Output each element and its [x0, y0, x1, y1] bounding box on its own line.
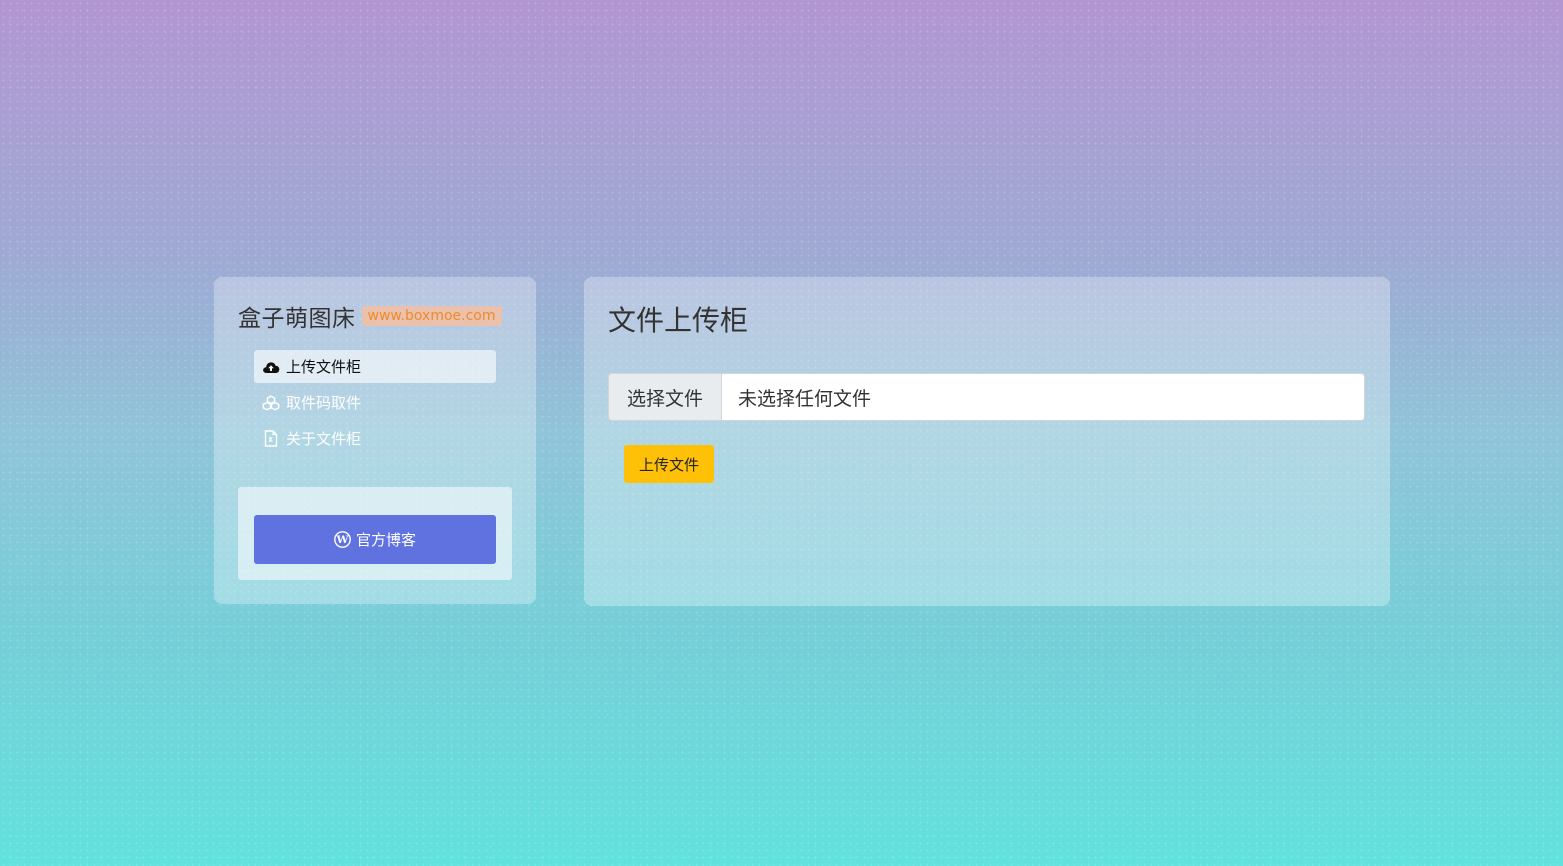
page-title: 文件上传柜 — [608, 304, 749, 337]
sidebar-item-upload[interactable]: 上传文件柜 — [254, 350, 496, 383]
sidebar-item-label: 关于文件柜 — [286, 430, 362, 448]
cubes-icon — [262, 394, 280, 412]
brand-url-badge[interactable]: www.boxmoe.com — [361, 306, 502, 326]
wordpress-icon: W — [334, 531, 351, 548]
sidebar-menu: 上传文件柜 取件码取件 关于文件柜 — [254, 350, 496, 458]
main-panel: 文件上传柜 选择文件 未选择任何文件 上传文件 — [584, 277, 1390, 606]
official-blog-label: 官方博客 — [355, 531, 416, 549]
cloud-upload-icon — [262, 358, 280, 376]
blog-card: W 官方博客 — [238, 487, 512, 580]
file-input-group[interactable]: 选择文件 未选择任何文件 — [608, 373, 1365, 421]
sidebar-item-pickup[interactable]: 取件码取件 — [254, 386, 496, 419]
file-status-text: 未选择任何文件 — [722, 374, 1364, 420]
brand-title: 盒子萌图床 — [238, 306, 356, 332]
choose-file-button[interactable]: 选择文件 — [609, 374, 722, 420]
brand: 盒子萌图床 www.boxmoe.com — [238, 299, 502, 333]
file-icon — [262, 430, 280, 448]
sidebar-item-about[interactable]: 关于文件柜 — [254, 422, 496, 455]
svg-text:W: W — [336, 534, 349, 546]
upload-file-button[interactable]: 上传文件 — [624, 445, 714, 483]
sidebar-panel: 盒子萌图床 www.boxmoe.com 上传文件柜 取件码取件 关于文件柜 W… — [214, 277, 536, 604]
official-blog-button[interactable]: W 官方博客 — [254, 515, 496, 564]
sidebar-item-label: 取件码取件 — [286, 394, 362, 412]
sidebar-item-label: 上传文件柜 — [286, 358, 362, 376]
